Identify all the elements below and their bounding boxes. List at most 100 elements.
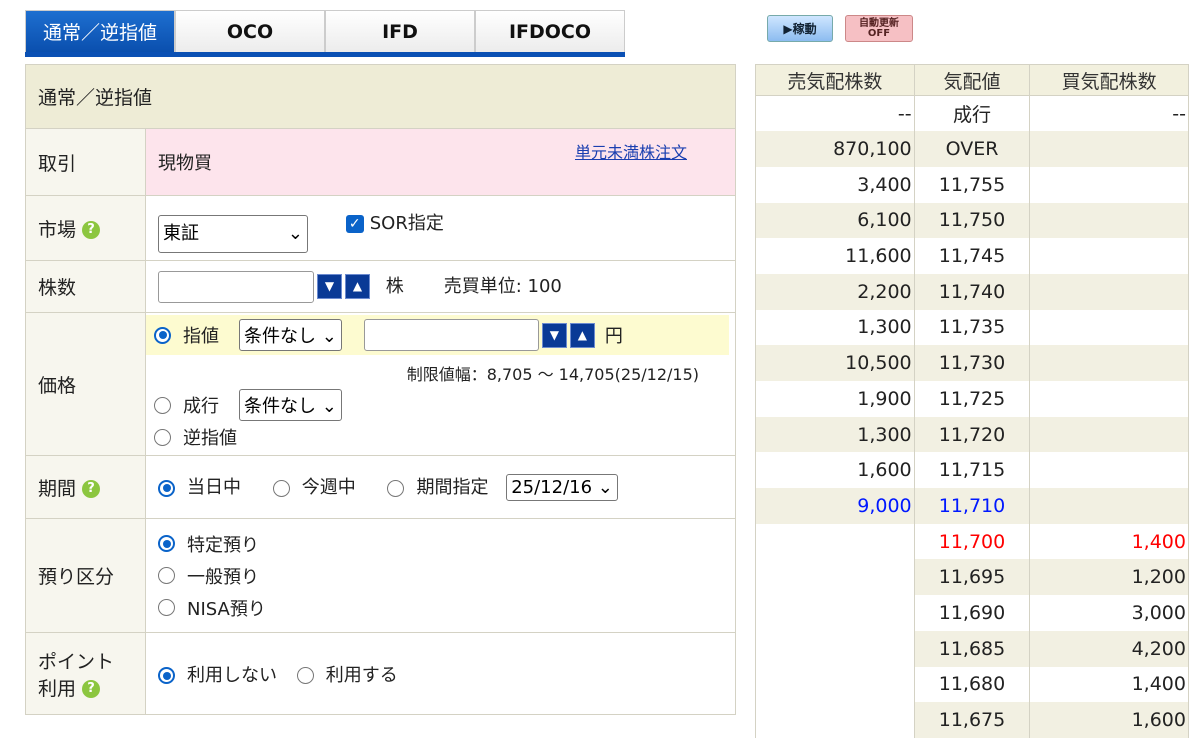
stop-label: 逆指値 <box>183 428 237 449</box>
order-book-row: 1,900 11,725 <box>755 381 1189 417</box>
bid-qty-cell: 1,600 <box>1029 702 1189 738</box>
point-yes-radio[interactable] <box>296 667 314 684</box>
tab-ifd[interactable]: IFD <box>325 10 475 52</box>
auto-update-label: 自動更新 <box>859 17 899 29</box>
price-cell: 11,690 <box>913 595 1031 631</box>
order-form: 通常／逆指値 取引 現物買 単元未満株注文 市場 ? 東証 ⌄ ✓ SOR指定 株数 … <box>25 64 736 715</box>
qty-input[interactable] <box>158 270 314 303</box>
period-custom-label: 期間指定 <box>416 477 489 498</box>
price-up-button[interactable]: ▲ <box>569 322 595 348</box>
ask-qty-header: 売気配株数 <box>755 64 915 96</box>
ask-qty-cell: 1,300 <box>755 416 915 453</box>
qty-down-button[interactable]: ▼ <box>317 274 342 299</box>
market-label: 市場 <box>38 218 77 241</box>
tab-normal[interactable]: 通常／逆指値 <box>25 10 175 52</box>
bid-qty-cell <box>1029 309 1189 346</box>
order-book-row: 11,700 1,400 <box>755 523 1189 560</box>
period-custom-radio[interactable] <box>387 479 405 497</box>
ask-qty-cell: 6,100 <box>755 202 915 239</box>
tab-ifdoco[interactable]: IFDOCO <box>475 10 625 52</box>
qty-unit: 株 <box>385 275 404 297</box>
order-book-row: 870,100 OVER <box>755 131 1189 167</box>
market-select[interactable]: 東証 ⌄ <box>158 215 308 253</box>
order-book-row: 11,690 3,000 <box>755 595 1189 631</box>
market-order-radio[interactable] <box>154 396 171 414</box>
help-icon[interactable]: ? <box>82 221 101 239</box>
period-label-cell: 期間 ? <box>25 455 146 519</box>
odd-lot-order-link[interactable]: 単元未満株注文 <box>575 139 687 175</box>
bid-qty-cell: -- <box>1029 95 1189 132</box>
bid-qty-cell <box>1029 488 1189 524</box>
order-book-row: 1,600 11,715 <box>755 452 1189 489</box>
custody-nisa-label: NISA預り <box>187 598 266 620</box>
market-order-label: 成行 <box>183 396 219 417</box>
bid-qty-cell <box>1029 273 1189 310</box>
limit-condition-value: 条件なし <box>244 326 316 347</box>
price-cell: 成行 <box>913 95 1031 132</box>
price-cell: 11,730 <box>913 345 1031 381</box>
chevron-down-icon: ⌄ <box>287 223 303 244</box>
sor-label: SOR指定 <box>369 213 444 234</box>
bid-qty-cell: 1,200 <box>1029 559 1189 596</box>
point-no-radio[interactable] <box>158 667 175 684</box>
price-cell: 11,725 <box>913 381 1031 417</box>
bid-qty-cell: 4,200 <box>1029 630 1189 667</box>
market-value: 東証 <box>163 223 199 244</box>
price-cell: 11,755 <box>913 166 1031 203</box>
order-book-row: 1,300 11,735 <box>755 309 1189 346</box>
bid-qty-cell <box>1029 452 1189 489</box>
order-book-row: 2,200 11,740 <box>755 273 1189 310</box>
price-cell: 11,750 <box>913 202 1031 239</box>
order-book-row: 11,695 1,200 <box>755 559 1189 596</box>
price-down-button[interactable]: ▼ <box>541 322 567 348</box>
stop-radio[interactable] <box>154 428 171 446</box>
order-book-row: 6,100 11,750 <box>755 202 1189 239</box>
ask-qty-cell: 3,400 <box>755 166 915 203</box>
limit-condition-select[interactable]: 条件なし ⌄ <box>239 319 342 351</box>
ask-qty-cell <box>755 666 915 703</box>
help-icon[interactable]: ? <box>82 680 101 698</box>
period-today-label: 当日中 <box>187 477 241 498</box>
ask-qty-cell: 10,500 <box>755 345 915 381</box>
auto-update-toggle[interactable]: 自動更新 OFF <box>845 15 913 42</box>
point-yes-label: 利用する <box>325 664 398 686</box>
period-date-select[interactable]: 25/12/16 ⌄ <box>506 474 618 501</box>
ask-qty-cell: 870,100 <box>755 131 915 167</box>
auto-update-state: OFF <box>867 27 891 39</box>
price-input[interactable] <box>363 319 539 351</box>
custody-general-radio[interactable] <box>158 567 175 584</box>
bid-qty-cell <box>1029 202 1189 239</box>
order-book-row: 11,675 1,600 <box>755 702 1189 738</box>
tab-oco[interactable]: OCO <box>175 10 325 52</box>
custody-specific-label: 特定預り <box>187 534 259 556</box>
qty-up-button[interactable]: ▲ <box>345 274 370 299</box>
limit-radio[interactable] <box>154 326 171 344</box>
price-cell: 11,720 <box>913 416 1031 453</box>
period-label: 期間 <box>38 477 77 500</box>
bid-qty-cell: 1,400 <box>1029 523 1189 560</box>
price-cell: 11,735 <box>913 309 1031 346</box>
period-week-radio[interactable] <box>272 479 290 497</box>
qty-label: 株数 <box>25 260 146 313</box>
order-book-row: 11,600 11,745 <box>755 238 1189 274</box>
help-icon[interactable]: ? <box>82 480 101 498</box>
price-cell: 11,675 <box>913 702 1031 738</box>
order-book-row: 10,500 11,730 <box>755 345 1189 381</box>
period-today-radio[interactable] <box>158 479 175 497</box>
market-label-cell: 市場 ? <box>25 195 146 261</box>
market-condition-select[interactable]: 条件なし ⌄ <box>239 389 342 421</box>
custody-nisa-radio[interactable] <box>158 599 175 616</box>
bid-qty-cell <box>1029 238 1189 274</box>
sor-checkbox[interactable]: ✓ <box>345 215 364 233</box>
order-book-row: -- 成行 -- <box>755 95 1189 132</box>
price-cell: 11,685 <box>913 630 1031 667</box>
ask-qty-cell <box>755 595 915 631</box>
running-button[interactable]: ▶稼動 <box>767 15 833 42</box>
trade-value: 現物買 <box>158 153 212 174</box>
ask-qty-cell: 1,900 <box>755 381 915 417</box>
custody-specific-radio[interactable] <box>158 535 175 552</box>
bid-qty-cell <box>1029 345 1189 381</box>
price-cell: 11,740 <box>913 273 1031 310</box>
bid-qty-cell <box>1029 416 1189 453</box>
ask-qty-cell: 9,000 <box>755 488 915 524</box>
